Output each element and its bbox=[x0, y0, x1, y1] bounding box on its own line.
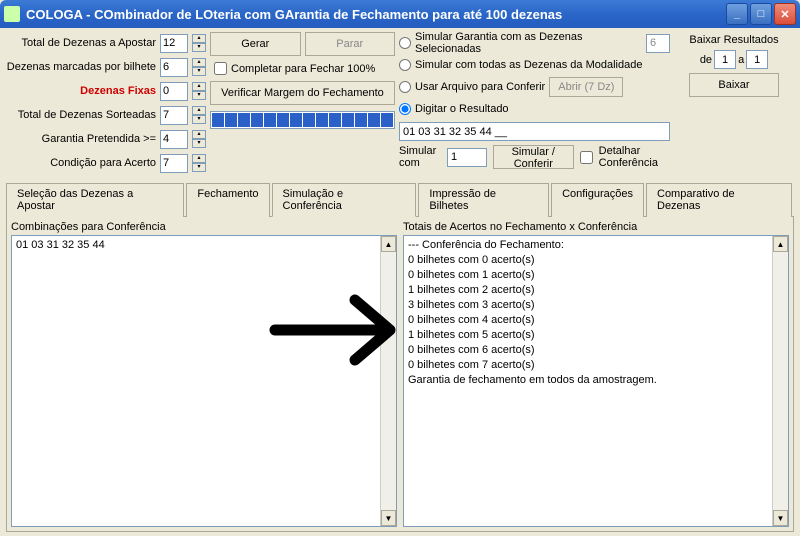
progress-bar bbox=[210, 111, 395, 129]
list-item: 0 bilhetes com 6 acerto(s) bbox=[408, 343, 784, 358]
input-a[interactable] bbox=[746, 50, 768, 69]
list-item: 1 bilhetes com 2 acerto(s) bbox=[408, 283, 784, 298]
list-item: Garantia de fechamento em todos da amost… bbox=[408, 373, 784, 388]
list-item: --- Conferência do Fechamento: bbox=[408, 238, 784, 253]
completar-checkbox[interactable] bbox=[214, 62, 227, 75]
totais-label: Totais de Acertos no Fechamento x Confer… bbox=[403, 221, 789, 233]
spinner[interactable]: ▴▾ bbox=[192, 34, 206, 52]
label-sorteadas: Total de Dezenas Sorteadas bbox=[18, 109, 156, 121]
abrir-button[interactable]: Abrir (7 Dz) bbox=[549, 77, 623, 97]
spinner[interactable]: ▴▾ bbox=[192, 130, 206, 148]
spinner[interactable]: ▴▾ bbox=[192, 82, 206, 100]
list-item: 0 bilhetes com 0 acerto(s) bbox=[408, 253, 784, 268]
tab-config[interactable]: Configurações bbox=[551, 183, 644, 217]
close-button[interactable]: ✕ bbox=[774, 3, 796, 25]
radio-sim-digitar[interactable] bbox=[399, 103, 411, 115]
tab-fechamento[interactable]: Fechamento bbox=[186, 183, 269, 217]
list-item: 0 bilhetes com 1 acerto(s) bbox=[408, 268, 784, 283]
tab-simulacao[interactable]: Simulação e Conferência bbox=[272, 183, 417, 217]
app-icon bbox=[4, 6, 20, 22]
label-fixas: Dezenas Fixas bbox=[80, 85, 156, 97]
combinacoes-label: Combinações para Conferência bbox=[11, 221, 397, 233]
scrollbar[interactable]: ▲▼ bbox=[772, 236, 788, 526]
tab-comparativo[interactable]: Comparativo de Dezenas bbox=[646, 183, 792, 217]
spinner[interactable]: ▴▾ bbox=[192, 154, 206, 172]
spinner[interactable]: ▴▾ bbox=[192, 106, 206, 124]
scrollbar[interactable]: ▲▼ bbox=[380, 236, 396, 526]
titlebar: COLOGA - COmbinador de LOteria com GAran… bbox=[0, 0, 800, 28]
parar-button[interactable]: Parar bbox=[305, 32, 396, 56]
simular-com-label: Simular com bbox=[399, 145, 441, 169]
completar-label: Completar para Fechar 100% bbox=[231, 63, 375, 75]
label-condicao: Condição para Acerto bbox=[50, 157, 156, 169]
tabs: Seleção das Dezenas a Apostar Fechamento… bbox=[6, 182, 794, 216]
de-label: de bbox=[700, 54, 712, 66]
input-condicao[interactable] bbox=[160, 154, 188, 173]
verificar-button[interactable]: Verificar Margem do Fechamento bbox=[210, 81, 395, 105]
detalhar-checkbox[interactable] bbox=[580, 151, 593, 164]
input-total-apostar[interactable] bbox=[160, 34, 188, 53]
input-marcadas[interactable] bbox=[160, 58, 188, 77]
input-garantia[interactable] bbox=[160, 130, 188, 149]
radio-label-1: Simular Garantia com as Dezenas Selecion… bbox=[415, 31, 642, 55]
maximize-button[interactable]: □ bbox=[750, 3, 772, 25]
baixar-button[interactable]: Baixar bbox=[689, 73, 779, 97]
list-item: 1 bilhetes com 5 acerto(s) bbox=[408, 328, 784, 343]
detalhar-label: Detalhar Conferência bbox=[599, 145, 670, 169]
input-sorteadas[interactable] bbox=[160, 106, 188, 125]
baixar-resultados-label: Baixar Resultados bbox=[689, 34, 778, 46]
label-total-apostar: Total de Dezenas a Apostar bbox=[21, 37, 156, 49]
tab-impressao[interactable]: Impressão de Bilhetes bbox=[418, 183, 549, 217]
radio-label-2: Simular com todas as Dezenas da Modalida… bbox=[415, 59, 642, 71]
simular-conferir-button[interactable]: Simular / Conferir bbox=[493, 145, 574, 169]
list-item: 3 bilhetes com 3 acerto(s) bbox=[408, 298, 784, 313]
window-title: COLOGA - COmbinador de LOteria com GAran… bbox=[26, 7, 726, 22]
input-sim-sel bbox=[646, 34, 670, 53]
radio-label-4: Digitar o Resultado bbox=[415, 103, 509, 115]
radio-sim-selecionadas[interactable] bbox=[399, 37, 411, 49]
totais-list[interactable]: --- Conferência do Fechamento:0 bilhetes… bbox=[403, 235, 789, 527]
list-item: 01 03 31 32 35 44 bbox=[16, 238, 392, 253]
label-garantia: Garantia Pretendida >= bbox=[42, 133, 156, 145]
combinacoes-list[interactable]: 01 03 31 32 35 44 ▲▼ bbox=[11, 235, 397, 527]
list-item: 0 bilhetes com 4 acerto(s) bbox=[408, 313, 784, 328]
a-label: a bbox=[738, 54, 744, 66]
gerar-button[interactable]: Gerar bbox=[210, 32, 301, 56]
input-de[interactable] bbox=[714, 50, 736, 69]
radio-label-3: Usar Arquivo para Conferir bbox=[415, 81, 545, 93]
spinner[interactable]: ▴▾ bbox=[192, 58, 206, 76]
input-fixas[interactable] bbox=[160, 82, 188, 101]
input-resultado[interactable] bbox=[399, 122, 670, 141]
list-item: 0 bilhetes com 7 acerto(s) bbox=[408, 358, 784, 373]
minimize-button[interactable]: _ bbox=[726, 3, 748, 25]
radio-sim-todas[interactable] bbox=[399, 59, 411, 71]
input-simular-com[interactable] bbox=[447, 148, 487, 167]
label-marcadas: Dezenas marcadas por bilhete bbox=[7, 61, 156, 73]
radio-sim-arquivo[interactable] bbox=[399, 81, 411, 93]
tab-selecao[interactable]: Seleção das Dezenas a Apostar bbox=[6, 183, 184, 217]
